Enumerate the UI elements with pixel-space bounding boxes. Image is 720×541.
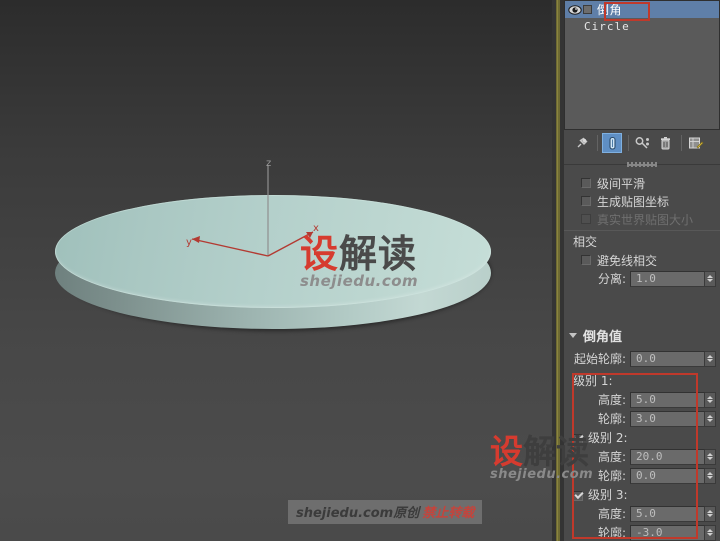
level-3-title: 级别 3:	[588, 488, 628, 502]
axis-label-z: z	[266, 158, 271, 169]
bevel-values-rollout: 倒角值 起始轮廓: 0.0 级别 1: 高度: 5.0 轮廓: 3.0 级别 2…	[564, 325, 720, 541]
label-generate-mapping-coords: 生成贴图坐标	[597, 194, 670, 209]
handle-line-left	[564, 163, 627, 165]
show-end-result-icon[interactable]	[602, 133, 622, 153]
make-unique-icon[interactable]	[633, 133, 653, 153]
rollout-title-bevel-values: 倒角值	[583, 329, 623, 345]
label-level2-height: 高度:	[597, 450, 626, 464]
modifier-name-circle: Circle	[584, 20, 630, 33]
level-3-group: 级别 3: 高度: 5.0 轮廓: -3.0	[564, 487, 720, 541]
level-2-title: 级别 2:	[588, 431, 628, 445]
label-level3-height: 高度:	[597, 507, 626, 521]
mesh-top-rim	[55, 195, 491, 308]
modifier-stack-item-circle[interactable]: Circle	[565, 18, 719, 35]
level-2-title-row[interactable]: 级别 2:	[564, 430, 720, 447]
remove-modifier-icon[interactable]	[655, 133, 675, 153]
label-real-world-map-size: 真实世界贴图大小	[597, 212, 694, 227]
command-panel: 倒角 Circle 级间平滑 生成贴图坐标 真实世界贴图大小 相交 避免线相交 …	[490, 0, 720, 541]
spinner-arrows-start-outline[interactable]	[705, 350, 716, 367]
spinner-arrows-level2-height[interactable]	[705, 448, 716, 465]
input-level1-outline[interactable]: 3.0	[630, 410, 705, 427]
spinner-arrows-level2-outline[interactable]	[705, 467, 716, 484]
spinner-arrows-level3-height[interactable]	[705, 505, 716, 522]
label-level3-outline: 轮廓:	[597, 526, 626, 540]
perspective-viewport[interactable]: z y x 设解读 shejiedu.com shejiedu.com原创 禁止转…	[0, 0, 556, 541]
rollout-header-bevel-values[interactable]: 倒角值	[564, 325, 720, 345]
copyright-banner: shejiedu.com原创 禁止转载	[288, 500, 483, 524]
input-level2-height[interactable]: 20.0	[630, 448, 705, 465]
bevel-mesh-object[interactable]	[55, 195, 495, 345]
label-level1-height: 高度:	[597, 393, 626, 407]
modifier-stack-list[interactable]: 倒角 Circle	[564, 0, 720, 130]
3dsmax-window: z y x 设解读 shejiedu.com shejiedu.com原创 禁止转…	[0, 0, 720, 541]
modifier-toggle-box[interactable]	[583, 5, 592, 14]
spinner-arrows-separation[interactable]	[705, 270, 716, 287]
configure-modifier-sets-icon[interactable]	[686, 133, 706, 153]
input-level3-height[interactable]: 5.0	[630, 505, 705, 522]
checkbox-keep-lines-from-crossing[interactable]	[581, 255, 591, 265]
level-1-title: 级别 1:	[573, 374, 613, 388]
checkbox-level-3[interactable]	[573, 490, 583, 501]
watermark-brand-dark: 解读	[339, 232, 418, 276]
watermark-brand-red: 设	[300, 232, 340, 276]
divider-olive-highlight	[557, 0, 558, 541]
eye-icon[interactable]	[567, 3, 582, 16]
checkbox-row-smooth-across-levels[interactable]: 级间平滑	[564, 174, 720, 192]
spinner-arrows-level1-height[interactable]	[705, 391, 716, 408]
group-title-intersect: 相交	[573, 235, 598, 249]
checkbox-row-keep-lines-from-crossing[interactable]: 避免线相交	[564, 251, 720, 269]
viewport-watermark: 设解读 shejiedu.com	[300, 234, 418, 290]
panel-divider[interactable]	[552, 0, 564, 541]
spinner-row-level1-outline[interactable]: 轮廓: 3.0	[564, 409, 720, 428]
modifier-name-bevel: 倒角	[597, 3, 623, 17]
parameters-rollout-body: 级间平滑 生成贴图坐标 真实世界贴图大小 相交 避免线相交 分离: 1.0	[564, 174, 720, 288]
rollout-drag-handle[interactable]	[564, 158, 720, 170]
modifier-stack-item-bevel[interactable]: 倒角	[565, 1, 719, 18]
level-3-title-row[interactable]: 级别 3:	[564, 487, 720, 504]
input-start-outline[interactable]: 0.0	[630, 350, 705, 367]
spinner-arrows-level3-outline[interactable]	[705, 524, 716, 541]
label-level1-outline: 轮廓:	[597, 412, 626, 426]
level-1-group: 级别 1: 高度: 5.0 轮廓: 3.0	[564, 373, 720, 428]
handle-line-right	[657, 163, 720, 165]
handle-dots	[627, 161, 657, 167]
label-level2-outline: 轮廓:	[597, 469, 626, 483]
input-level3-outline[interactable]: -3.0	[630, 524, 705, 541]
spinner-row-level3-height[interactable]: 高度: 5.0	[564, 504, 720, 523]
input-separation[interactable]: 1.0	[630, 270, 705, 287]
checkbox-real-world-map-size	[581, 214, 591, 224]
spinner-arrows-level1-outline[interactable]	[705, 410, 716, 427]
toolbar-separator-1	[597, 135, 598, 151]
spinner-row-level2-outline[interactable]: 轮廓: 0.0	[564, 466, 720, 485]
copyright-text: shejiedu.com原创	[296, 506, 420, 521]
level-2-group: 级别 2: 高度: 20.0 轮廓: 0.0	[564, 430, 720, 485]
toolbar-separator-3	[681, 135, 682, 151]
toolbar-separator-2	[628, 135, 629, 151]
watermark-site: shejiedu.com	[300, 272, 419, 290]
checkbox-level-2[interactable]	[573, 433, 583, 444]
label-separation: 分离:	[597, 272, 626, 286]
spinner-row-separation[interactable]: 分离: 1.0	[564, 269, 720, 288]
spinner-row-start-outline[interactable]: 起始轮廓: 0.0	[564, 349, 720, 368]
checkbox-smooth-across-levels[interactable]	[581, 178, 591, 188]
checkbox-generate-mapping-coords[interactable]	[581, 196, 591, 206]
parameters-separator	[564, 230, 720, 231]
modifier-stack-toolbar[interactable]	[564, 130, 720, 156]
checkbox-row-generate-mapping-coords[interactable]: 生成贴图坐标	[564, 192, 720, 210]
chevron-down-icon[interactable]	[569, 332, 577, 338]
input-level1-height[interactable]: 5.0	[630, 391, 705, 408]
copyright-notice: 禁止转载	[422, 506, 475, 521]
label-smooth-across-levels: 级间平滑	[597, 176, 646, 191]
spinner-row-level1-height[interactable]: 高度: 5.0	[564, 390, 720, 409]
mesh-top-surface	[55, 195, 491, 308]
checkbox-row-real-world-map-size: 真实世界贴图大小	[564, 210, 720, 228]
label-start-outline: 起始轮廓:	[573, 352, 626, 366]
input-level2-outline[interactable]: 0.0	[630, 467, 705, 484]
spinner-row-level3-outline[interactable]: 轮廓: -3.0	[564, 523, 720, 541]
label-keep-lines-from-crossing: 避免线相交	[597, 253, 658, 268]
spinner-row-level2-height[interactable]: 高度: 20.0	[564, 447, 720, 466]
pin-stack-icon[interactable]	[571, 133, 591, 153]
